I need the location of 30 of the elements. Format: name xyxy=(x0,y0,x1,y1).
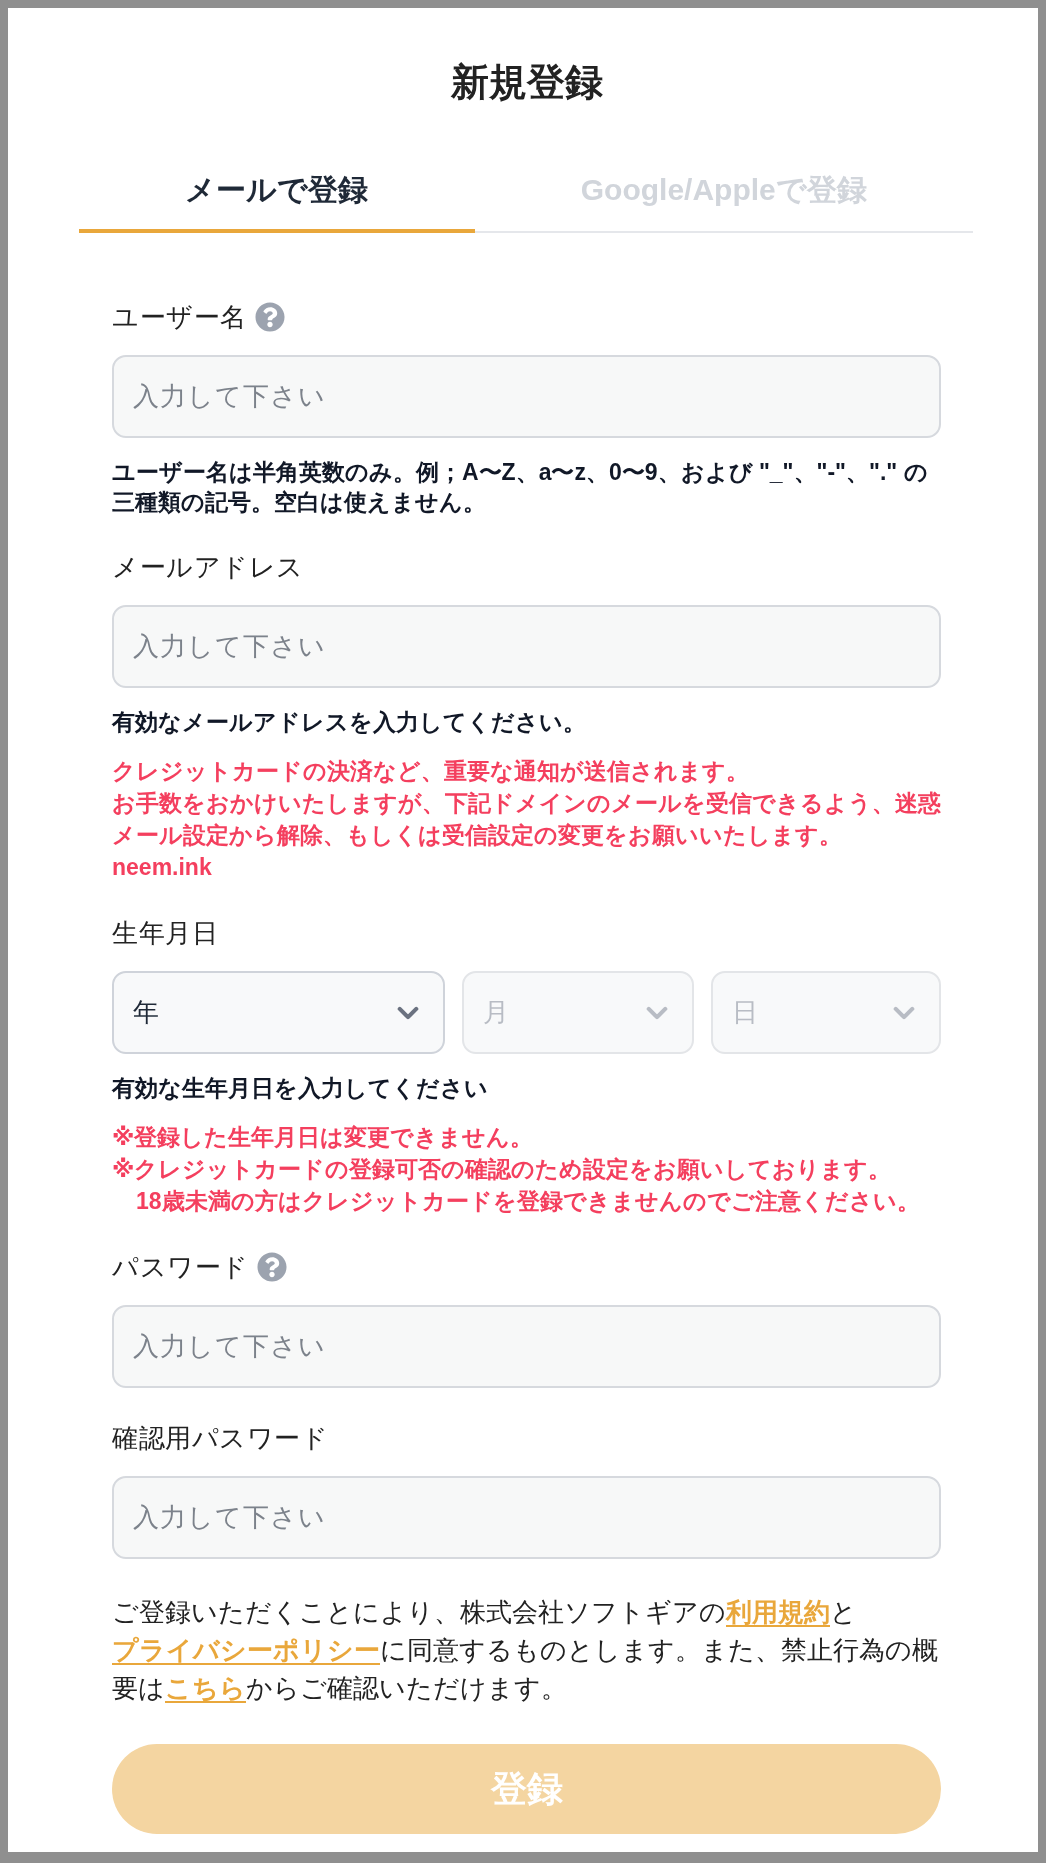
details-link[interactable]: こちら xyxy=(165,1673,246,1703)
field-label: 生年月日 xyxy=(112,917,218,949)
page-title: 新規登録 xyxy=(449,62,604,102)
warning-text: neem.ink xyxy=(112,853,213,882)
tab[interactable]: メールで登録 xyxy=(79,172,475,233)
input-field[interactable]: 入力して下さい xyxy=(112,605,941,688)
terms-link[interactable]: 利用規約 xyxy=(726,1597,830,1627)
field-label: パスワード xyxy=(112,1251,249,1283)
input-field[interactable]: 入力して下さい xyxy=(112,1476,941,1559)
warning-text: お手数をおかけいたしますが、下記ドメインのメールを受信できるよう、迷惑メール設定から解除、もしくは受信設定の変更をお願いいたします。 xyxy=(112,789,941,850)
help-icon[interactable] xyxy=(254,302,285,332)
warning-text: クレジットカードの決済など、重要な通知が送信されます。 xyxy=(112,757,750,786)
warning-text: ※クレジットカードの登録可否の確認のため設定をお願いしております。 xyxy=(112,1155,893,1184)
warning-text: ※登録した生年月日は変更できません。 xyxy=(112,1123,535,1152)
field-hint: 有効な生年月日を入力してください xyxy=(112,1074,489,1103)
chevron-down-icon xyxy=(893,1005,915,1020)
help-icon[interactable] xyxy=(256,1252,287,1282)
warning-text: 18歳未満の方はクレジットカードを登録できませんのでご注意ください。 xyxy=(135,1187,921,1216)
field-hint: ユーザー名は半角英数のみ。例；A〜Z、a〜z、0〜9、および "_"、"-"、"." の三種類の記号。空白は使えません。 xyxy=(112,458,929,517)
chevron-down-icon xyxy=(645,1005,668,1020)
input-field[interactable]: 入力して下さい xyxy=(112,355,941,438)
field-label: 確認用パスワード xyxy=(112,1422,328,1454)
privacy-policy-link[interactable]: プライバシーポリシー xyxy=(112,1635,380,1665)
chevron-down-icon xyxy=(397,1005,420,1020)
year-select[interactable]: 年 xyxy=(112,971,446,1054)
field-label: メールアドレス xyxy=(112,551,304,583)
field-hint: 有効なメールアドレスを入力してください。 xyxy=(112,708,587,737)
consent-text: ご登録いただくことにより、株式会社ソフトギアの利用規約と プライバシーポリシーに同意するものとします。また、禁止行為の概要はこちらからご確認いただけます。 xyxy=(112,1596,939,1705)
field-label: ユーザー名 xyxy=(112,301,247,333)
input-field[interactable]: 入力して下さい xyxy=(112,1305,941,1388)
